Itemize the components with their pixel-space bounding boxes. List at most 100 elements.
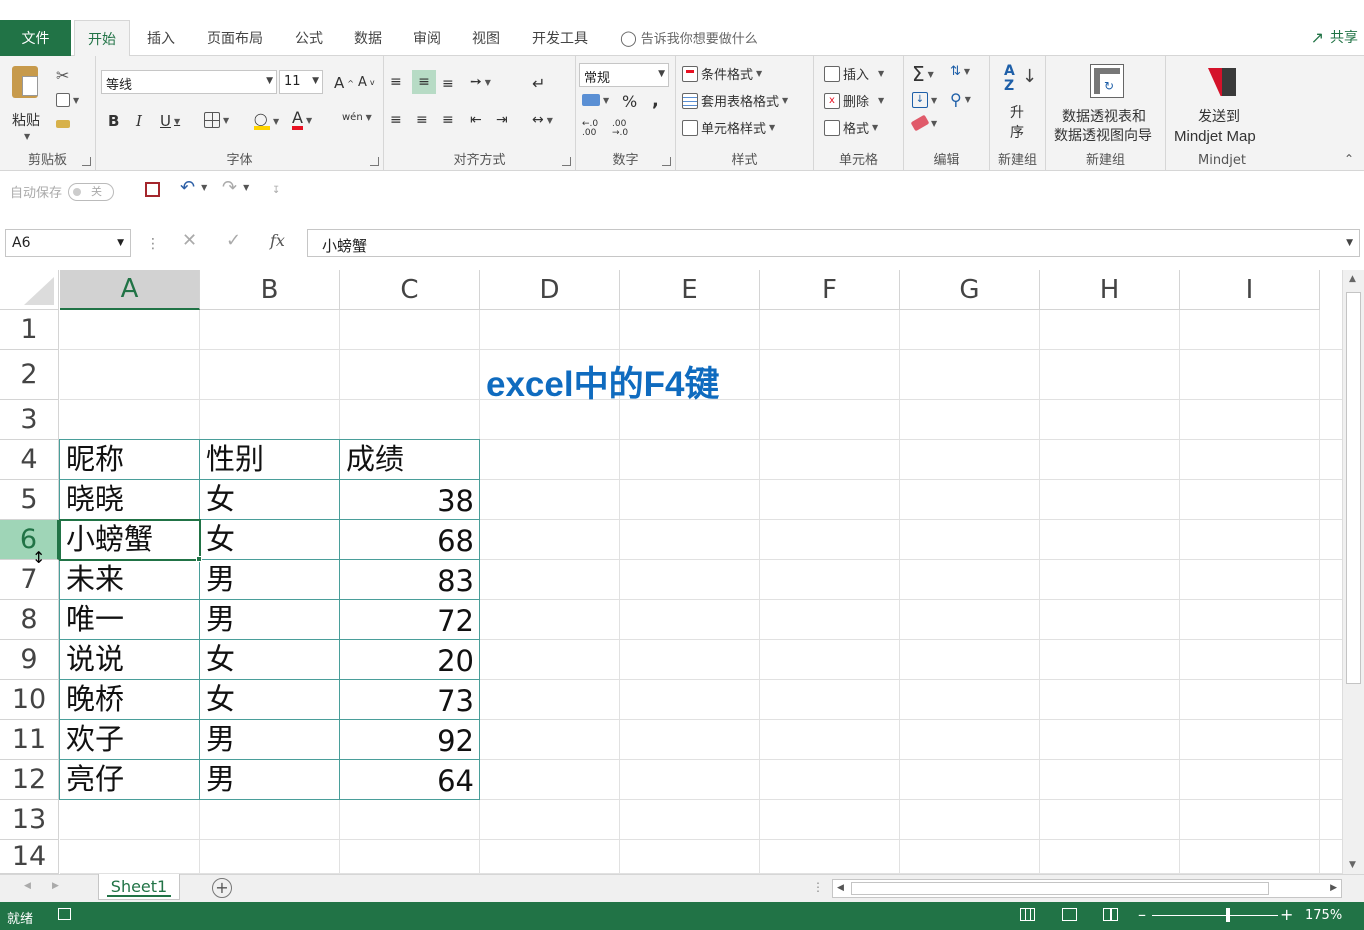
tab-review[interactable]: 审阅 xyxy=(402,20,452,56)
column-header-c[interactable]: C xyxy=(340,270,480,310)
normal-view-icon[interactable] xyxy=(1020,908,1035,921)
tab-home[interactable]: 开始 xyxy=(74,20,130,57)
save-button[interactable] xyxy=(145,182,160,197)
zoom-out-icon[interactable]: – xyxy=(1138,905,1146,924)
conditional-formatting-button[interactable]: 条件格式 ▼ xyxy=(682,64,762,83)
table-header-cell[interactable]: 性别 xyxy=(200,440,340,480)
delete-cells-button[interactable]: x 删除 ▼ xyxy=(824,91,884,110)
insert-function-button[interactable]: fx xyxy=(270,231,285,250)
table-cell[interactable]: 男 xyxy=(200,600,340,640)
scroll-down-icon[interactable]: ▼ xyxy=(1349,860,1356,870)
table-cell[interactable]: 女 xyxy=(200,680,340,720)
align-left-button[interactable]: ≡ xyxy=(390,112,402,128)
table-cell[interactable]: 说说 xyxy=(60,640,200,680)
table-cell[interactable]: 68 xyxy=(340,520,480,560)
bold-button[interactable]: B xyxy=(108,112,119,130)
fill-handle[interactable] xyxy=(196,556,202,562)
prev-sheet-icon[interactable]: ◀ xyxy=(24,881,31,891)
decrease-decimal-button[interactable]: .00 →.0 xyxy=(612,120,628,138)
percent-button[interactable]: % xyxy=(622,92,637,111)
tab-file[interactable]: 文件 xyxy=(0,20,71,56)
redo-button[interactable]: ↷ ▼ xyxy=(222,177,249,198)
clear-button[interactable]: ▼ xyxy=(910,114,937,132)
table-cell[interactable]: 83 xyxy=(340,560,480,600)
add-sheet-button[interactable]: + xyxy=(212,878,232,898)
column-header-i[interactable]: I xyxy=(1180,270,1320,310)
horizontal-scroll-thumb[interactable] xyxy=(851,882,1269,895)
table-cell[interactable]: 女 xyxy=(200,520,340,560)
vertical-scrollbar[interactable]: ▲ ▼ xyxy=(1342,270,1364,874)
scroll-right-icon[interactable]: ▶ xyxy=(1330,883,1337,893)
sheet-title-text[interactable]: excel中的F4键 xyxy=(486,356,719,407)
tell-me-search[interactable]: ◯ 告诉我你想要做什么 xyxy=(620,28,758,48)
fill-color-button[interactable]: ◯ ▼ xyxy=(254,112,279,130)
table-header-cell[interactable]: 成绩 xyxy=(340,440,480,480)
table-cell[interactable]: 唯一 xyxy=(60,600,200,640)
row-header-8[interactable]: 8 xyxy=(0,600,59,640)
customize-qat-button[interactable]: ↧ xyxy=(272,185,280,196)
table-cell[interactable]: 72 xyxy=(340,600,480,640)
undo-button[interactable]: ↶ ▼ xyxy=(180,177,207,198)
orientation-button[interactable]: ➙ ▼ xyxy=(470,74,491,90)
worksheet-grid[interactable]: ABCDEFGHI 1 2 3 4 5 6 7 8 9 10 11 12 13 14 昵称 性别 成绩 晓晓女 3… xyxy=(0,270,1342,874)
cell-styles-button[interactable]: 单元格样式 ▼ xyxy=(682,118,775,137)
column-header-h[interactable]: H xyxy=(1040,270,1180,310)
table-cell[interactable]: 未来 xyxy=(60,560,200,600)
paste-button[interactable]: 粘贴 ▼ xyxy=(8,62,48,146)
row-header-10[interactable]: 10 xyxy=(0,680,59,720)
font-name-box[interactable]: 等线 ▼ xyxy=(101,70,277,94)
row-header-5[interactable]: 5 xyxy=(0,480,59,520)
align-bottom-button[interactable]: ≡ xyxy=(442,76,454,92)
zoom-slider-knob[interactable] xyxy=(1226,908,1230,922)
merge-center-button[interactable]: ↔ ▼ xyxy=(532,112,553,128)
zoom-slider-track[interactable] xyxy=(1152,915,1278,916)
table-cell[interactable]: 亮仔 xyxy=(60,760,200,800)
table-cell[interactable]: 晚桥 xyxy=(60,680,200,720)
row-header-1[interactable]: 1 xyxy=(0,310,59,350)
fill-button[interactable]: ↓ ▼ xyxy=(912,92,937,108)
table-cell[interactable]: 64 xyxy=(340,760,480,800)
format-cells-button[interactable]: 格式 ▼ xyxy=(824,118,878,137)
column-header-d[interactable]: D xyxy=(480,270,620,310)
table-cell[interactable]: 晓晓 xyxy=(60,480,200,520)
increase-decimal-button[interactable]: ←.0.00 xyxy=(582,120,598,138)
phonetic-button[interactable]: wén ▼ xyxy=(342,112,372,123)
page-break-view-icon[interactable] xyxy=(1103,908,1118,921)
align-top-button[interactable]: ≡ xyxy=(390,74,402,90)
font-size-box[interactable]: 11 ▼ xyxy=(279,70,323,94)
collapse-ribbon-icon[interactable]: ⌃ xyxy=(1344,152,1354,166)
underline-button[interactable]: U ▼ xyxy=(160,112,180,130)
autosave-toggle[interactable]: 自动保存 关 xyxy=(10,182,115,201)
tab-developer[interactable]: 开发工具 xyxy=(522,20,598,56)
confirm-entry-icon[interactable]: ✓ xyxy=(226,230,241,251)
decrease-indent-button[interactable]: ⇤ xyxy=(470,112,482,128)
borders-button[interactable]: ▼ xyxy=(204,112,229,128)
table-cell[interactable]: 男 xyxy=(200,560,340,600)
accounting-format-button[interactable]: ▼ xyxy=(582,94,609,106)
comma-button[interactable]: , xyxy=(652,90,659,111)
page-layout-view-icon[interactable] xyxy=(1062,908,1077,921)
table-cell[interactable]: 欢子 xyxy=(60,720,200,760)
format-painter-button[interactable] xyxy=(56,120,70,128)
scroll-up-icon[interactable]: ▲ xyxy=(1349,274,1356,284)
italic-button[interactable]: I xyxy=(136,112,142,130)
next-sheet-icon[interactable]: ▶ xyxy=(52,881,59,891)
table-cell[interactable]: 男 xyxy=(200,760,340,800)
alignment-launcher[interactable] xyxy=(562,157,571,166)
column-header-a[interactable]: A xyxy=(60,270,200,310)
number-format-box[interactable]: 常规 ▼ xyxy=(579,63,669,87)
font-color-button[interactable]: A ▼ xyxy=(292,110,312,130)
align-center-button[interactable]: ≡ xyxy=(416,112,428,128)
increase-indent-button[interactable]: ⇥ xyxy=(496,112,508,128)
copy-button[interactable]: ▼ xyxy=(56,93,79,107)
number-launcher[interactable] xyxy=(662,157,671,166)
sort-ascending-button[interactable]: AZ ↓ 升 序 xyxy=(1000,62,1037,146)
formula-input[interactable]: 小螃蟹 ▼ xyxy=(307,229,1360,257)
row-header-12[interactable]: 12 xyxy=(0,760,59,800)
format-as-table-button[interactable]: 套用表格格式 ▼ xyxy=(682,91,788,110)
column-header-e[interactable]: E xyxy=(620,270,760,310)
font-launcher[interactable] xyxy=(370,157,379,166)
autosave-switch[interactable]: 关 xyxy=(68,182,115,201)
wrap-text-button[interactable]: ↵ xyxy=(532,74,545,93)
tab-page-layout[interactable]: 页面布局 xyxy=(196,20,274,56)
